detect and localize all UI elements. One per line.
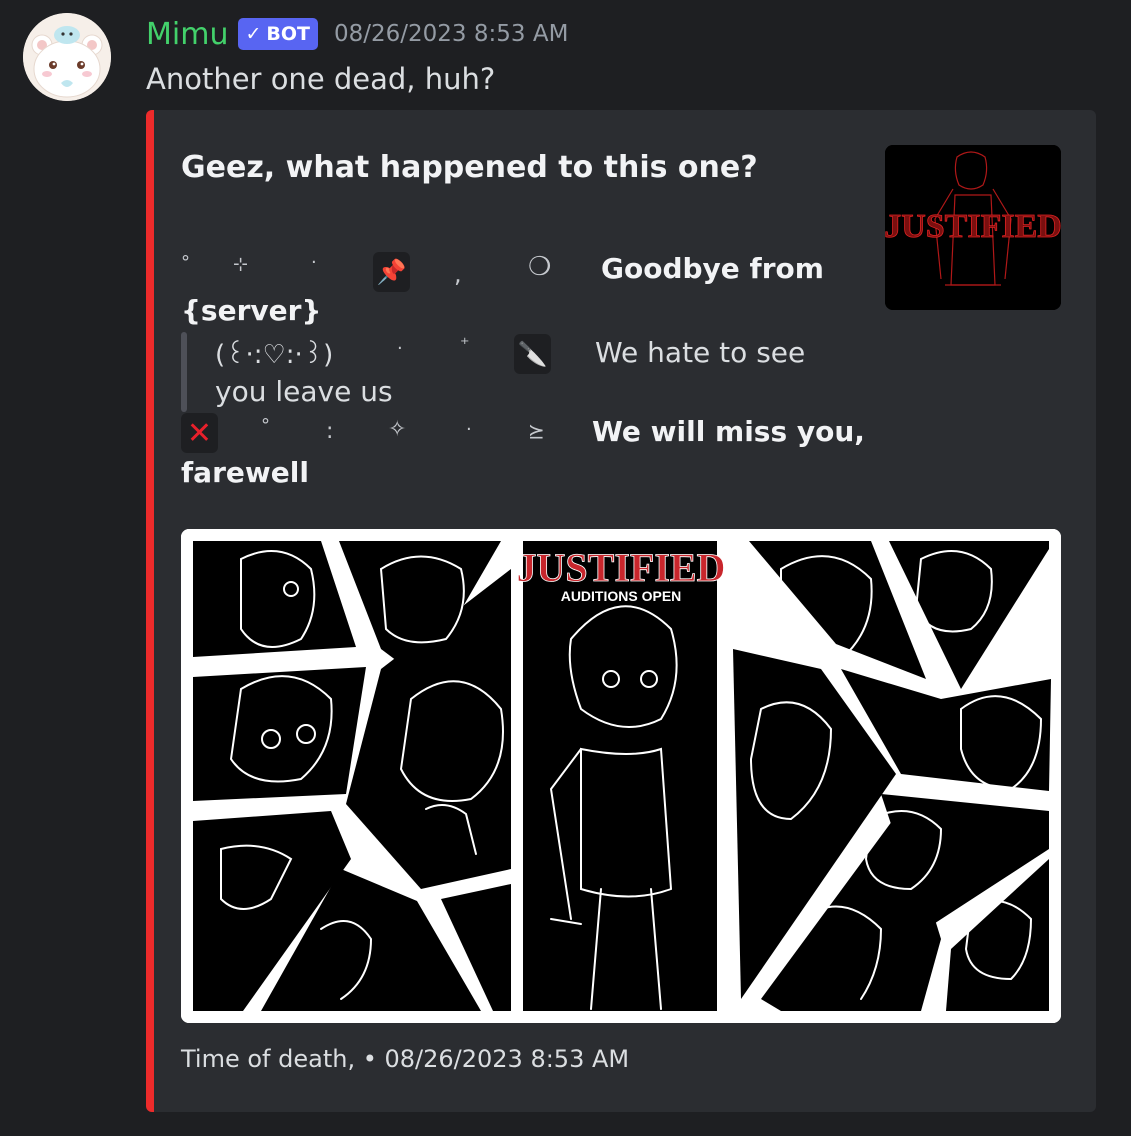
deco-sparkle: ⊹ xyxy=(233,254,249,275)
deco-comma: , xyxy=(454,260,462,288)
embed: Geez, what happened to this one? JUSTIFI… xyxy=(146,110,1096,1112)
avatar[interactable] xyxy=(23,13,111,101)
kaomoji-text: (꒰·:♡:·꒱) xyxy=(215,340,334,370)
knife-icon: 🔪 xyxy=(514,334,551,374)
embed-title: Geez, what happened to this one? xyxy=(181,150,758,185)
svg-text:JUSTIFIED: JUSTIFIED xyxy=(885,208,1061,245)
embed-accent-bar xyxy=(146,110,154,1112)
deco-degree: ° xyxy=(181,252,190,273)
deco-colon: : xyxy=(326,419,334,444)
embed-footer: Time of death, • 08/26/2023 8:53 AM xyxy=(181,1045,630,1073)
svg-text:JUSTIFIED: JUSTIFIED xyxy=(517,545,726,590)
quote-text-1: We hate to see xyxy=(595,336,806,369)
pushpin-icon: 📌 xyxy=(373,252,410,292)
embed-thumbnail[interactable]: JUSTIFIED xyxy=(885,145,1061,310)
miss-you-text: We will miss you, xyxy=(592,415,865,448)
username[interactable]: Mimu xyxy=(146,17,228,52)
embed-image[interactable]: JUSTIFIED AUDITIONS OPEN xyxy=(181,529,1061,1023)
bot-tag: ✓ BOT xyxy=(238,18,318,50)
cross-mark-icon: ✕ xyxy=(181,413,218,453)
deco-degree: ° xyxy=(261,415,270,436)
server-placeholder-text: {server} xyxy=(181,294,322,327)
deco-dot: · xyxy=(466,419,472,440)
goodbye-text: Goodbye from xyxy=(601,252,824,285)
deco-plus: ⁺ xyxy=(460,334,470,355)
deco-dot: · xyxy=(311,252,317,273)
message-text: Another one dead, huh? xyxy=(146,62,496,96)
deco-circle: ❍ xyxy=(528,252,552,282)
message-timestamp[interactable]: 08/26/2023 8:53 AM xyxy=(334,21,568,47)
deco-dot: · xyxy=(397,338,403,359)
deco-star: ✧ xyxy=(388,417,407,442)
blockquote-bar xyxy=(181,332,187,412)
quote-text-2: you leave us xyxy=(215,375,393,408)
message-header: Mimu ✓ BOT 08/26/2023 8:53 AM xyxy=(146,12,568,56)
thumbnail-image: JUSTIFIED xyxy=(885,145,1061,310)
deco-succeeds: ⪰ xyxy=(528,419,545,443)
farewell-text: farewell xyxy=(181,456,309,489)
bot-tag-label: BOT xyxy=(266,23,310,45)
justified-poster-image: JUSTIFIED AUDITIONS OPEN xyxy=(181,529,1061,1023)
avatar-bear-image xyxy=(23,13,111,101)
svg-text:AUDITIONS OPEN: AUDITIONS OPEN xyxy=(561,588,682,604)
check-icon: ✓ xyxy=(245,23,262,45)
